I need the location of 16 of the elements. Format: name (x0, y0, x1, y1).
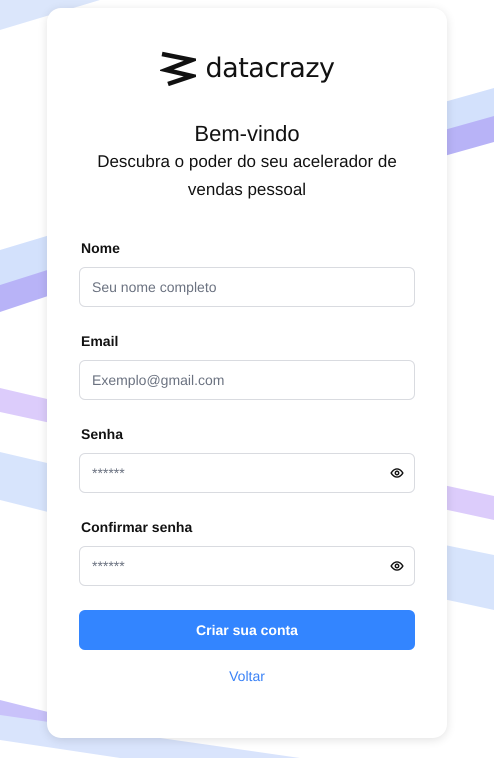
field-label: Senha (80, 426, 124, 442)
logo-text: datacrazy (206, 54, 334, 82)
back-link[interactable]: Voltar (229, 668, 265, 684)
password-field[interactable]: ****** (79, 546, 415, 586)
field-label: Email (80, 333, 120, 349)
eye-icon[interactable] (390, 466, 404, 480)
input-field[interactable]: Seu nome completo (79, 267, 415, 307)
logo-icon (160, 50, 196, 86)
eye-icon[interactable] (390, 559, 404, 573)
welcome-subtitle: Descubra o poder do seu acelerador de vendas pessoal (97, 151, 397, 201)
password-field[interactable]: ****** (79, 453, 415, 493)
welcome-title: Bem-vindo (193, 120, 301, 148)
field-label: Confirmar senha (80, 519, 194, 535)
input-field[interactable]: Exemplo@gmail.com (79, 360, 415, 400)
create-account-button[interactable]: Criar sua conta (79, 610, 415, 650)
field-label: Nome (80, 240, 121, 256)
